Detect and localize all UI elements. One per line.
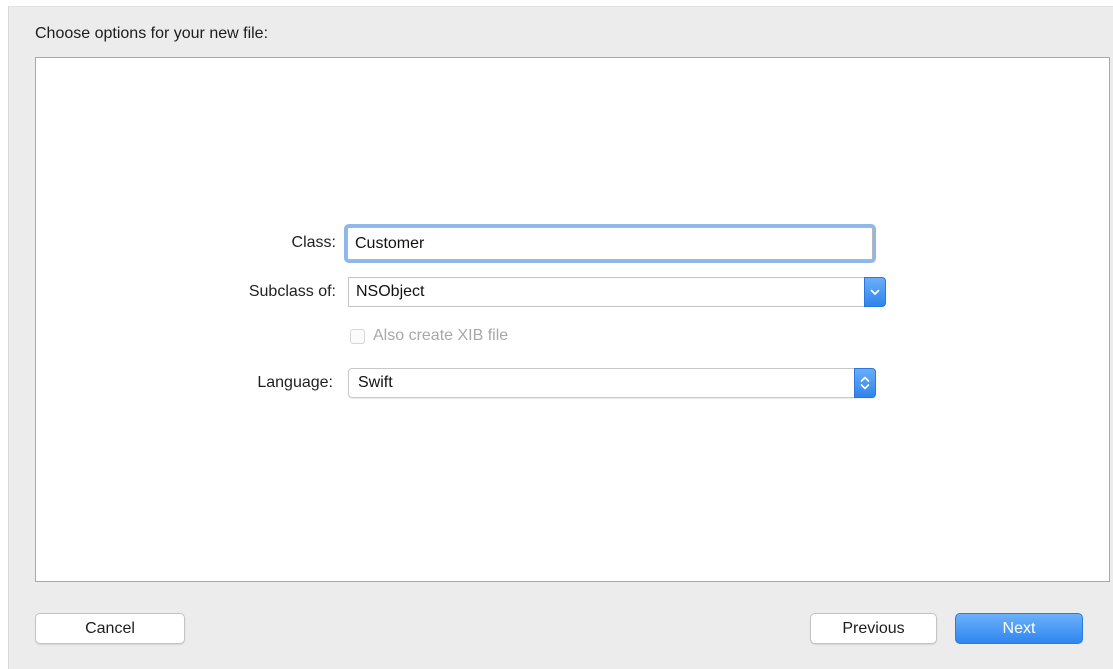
language-label: Language: xyxy=(257,374,333,391)
xib-checkbox-label: Also create XIB file xyxy=(373,327,509,344)
xib-checkbox-row[interactable]: Also create XIB file xyxy=(350,327,508,345)
options-panel: Class: Subclass of: NSObject Also create… xyxy=(35,57,1110,582)
xib-checkbox[interactable] xyxy=(350,328,365,344)
language-popup-value: Swift xyxy=(358,374,393,391)
up-down-arrows-icon xyxy=(860,376,870,390)
class-label: Class: xyxy=(291,234,336,251)
options-sheet: Choose options for your new file: Class:… xyxy=(8,6,1113,669)
sheet-title: Choose options for your new file: xyxy=(35,25,269,42)
previous-button[interactable]: Previous xyxy=(810,613,937,644)
language-popup-button[interactable] xyxy=(854,368,876,398)
class-name-input[interactable] xyxy=(347,227,873,260)
cancel-button[interactable]: Cancel xyxy=(35,613,185,644)
subclass-dropdown-button[interactable] xyxy=(864,277,886,307)
subclass-label: Subclass of: xyxy=(248,283,336,300)
chevron-down-icon xyxy=(870,289,880,295)
subclass-combo-field[interactable]: NSObject xyxy=(348,277,864,307)
language-popup[interactable]: Swift xyxy=(348,368,876,398)
next-button[interactable]: Next xyxy=(955,613,1083,644)
